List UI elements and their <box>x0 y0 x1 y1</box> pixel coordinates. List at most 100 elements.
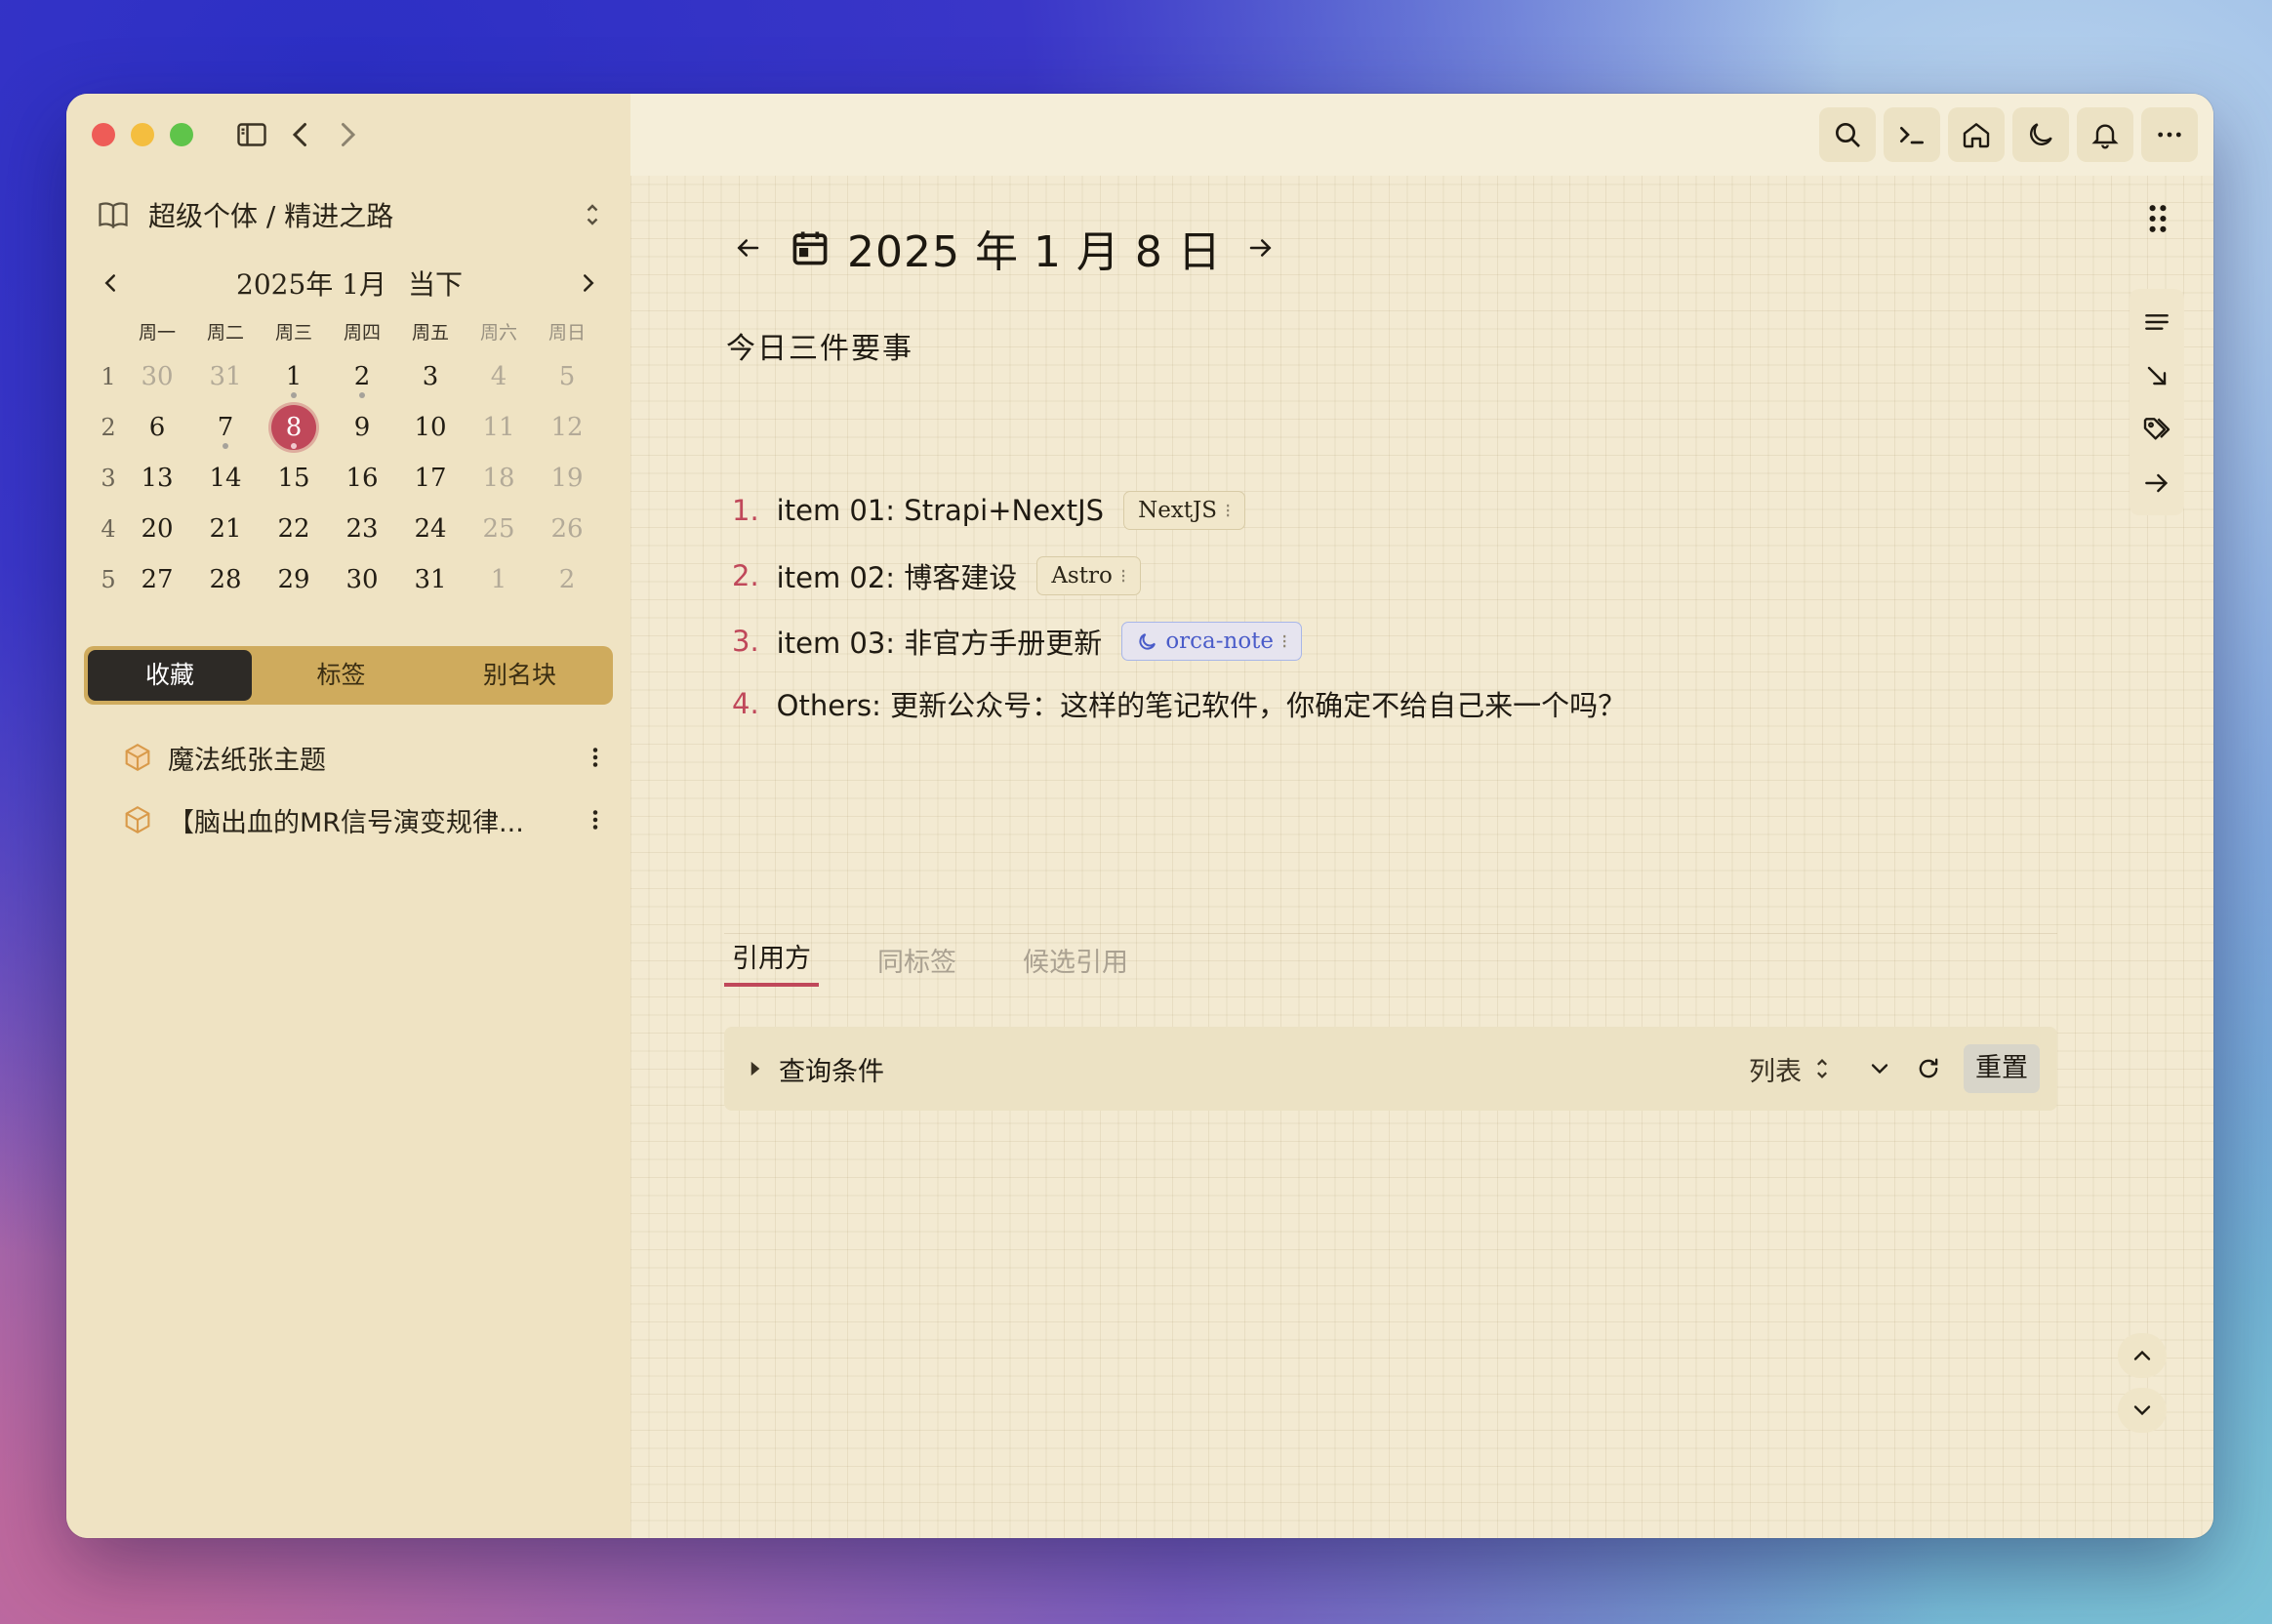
minimize-window-button[interactable] <box>131 123 154 146</box>
calendar-day[interactable]: 1 <box>260 351 328 402</box>
more-button[interactable] <box>2141 107 2198 162</box>
query-conditions[interactable]: 查询条件 <box>779 1050 1749 1088</box>
chevron-down-icon <box>2133 1405 2151 1416</box>
workspace-switcher[interactable]: 超级个体 / 精进之路 <box>96 191 603 238</box>
calendar-day[interactable]: 2 <box>533 554 601 605</box>
tab-favorites[interactable]: 收藏 <box>88 650 252 701</box>
calendar-day[interactable]: 31 <box>191 351 260 402</box>
tag-label: Astro <box>1051 563 1113 589</box>
search-button[interactable] <box>1819 107 1876 162</box>
tab-same-tags[interactable]: 同标签 <box>870 941 964 987</box>
forward-icon[interactable] <box>330 117 365 152</box>
calendar-day-selected[interactable]: 8 <box>260 402 328 453</box>
calendar-day[interactable]: 6 <box>123 402 191 453</box>
list-item[interactable]: 2. item 02: 博客建设 Astro ⁝ <box>732 551 1142 600</box>
more-vertical-icon[interactable] <box>586 743 605 772</box>
calendar-day[interactable]: 7 <box>191 402 260 453</box>
search-icon <box>1836 123 1860 147</box>
calendar-day[interactable]: 16 <box>328 453 396 504</box>
notifications-button[interactable] <box>2077 107 2133 162</box>
favorite-item[interactable]: 【脑出血的MR信号演变规律... <box>121 792 605 847</box>
calendar-day[interactable]: 18 <box>465 453 533 504</box>
calendar-week: 1 30 31 1 2 3 4 5 <box>94 351 630 402</box>
next-day-button[interactable] <box>1237 224 1284 271</box>
calendar-day[interactable]: 28 <box>191 554 260 605</box>
tab-tags[interactable]: 标签 <box>252 650 430 701</box>
calendar-day[interactable]: 30 <box>123 351 191 402</box>
calendar-day[interactable]: 25 <box>465 504 533 554</box>
refresh-icon[interactable] <box>1915 1055 1942 1082</box>
block-heading[interactable]: 今日三件要事 <box>726 324 913 367</box>
tab-candidate-refs[interactable]: 候选引用 <box>1015 941 1136 987</box>
prev-day-button[interactable] <box>724 224 771 271</box>
week-number: 2 <box>101 414 116 441</box>
sidebar-toggle-icon[interactable] <box>234 117 269 152</box>
calendar-day[interactable]: 22 <box>260 504 328 554</box>
calendar-week: 3 13 14 15 16 17 18 19 <box>94 453 630 504</box>
reference-tabs: 引用方 同标签 候选引用 <box>724 933 2057 987</box>
scroll-controls <box>2118 1333 2172 1433</box>
calendar-day[interactable]: 21 <box>191 504 260 554</box>
favorite-label: 【脑出血的MR信号演变规律... <box>168 807 524 838</box>
tab-aliases[interactable]: 别名块 <box>430 650 609 701</box>
calendar-day[interactable]: 24 <box>396 504 465 554</box>
caret-right-icon[interactable] <box>748 1059 763 1078</box>
calendar-day[interactable]: 1 <box>465 554 533 605</box>
reset-button[interactable]: 重置 <box>1964 1044 2040 1093</box>
calendar-day[interactable]: 31 <box>396 554 465 605</box>
maximize-window-button[interactable] <box>170 123 193 146</box>
toolbar <box>630 94 2213 176</box>
command-button[interactable] <box>1884 107 1940 162</box>
home-button[interactable] <box>1948 107 2005 162</box>
list-item[interactable]: 4. Others: 更新公众号：这样的笔记软件，你确定不给自己来一个吗？ <box>732 679 1626 728</box>
calendar-day[interactable]: 23 <box>328 504 396 554</box>
jump-button[interactable] <box>2130 456 2184 509</box>
calendar-day[interactable]: 12 <box>533 402 601 453</box>
calendar-day[interactable]: 3 <box>396 351 465 402</box>
more-vertical-icon[interactable] <box>586 805 605 834</box>
selected-day-label: 8 <box>271 405 316 450</box>
calendar-day[interactable]: 26 <box>533 504 601 554</box>
favorite-item[interactable]: 魔法纸张主题 <box>121 730 605 785</box>
next-month-icon[interactable] <box>574 268 603 298</box>
calendar-day[interactable]: 10 <box>396 402 465 453</box>
view-mode-select[interactable]: 列表 <box>1749 1050 1802 1088</box>
calendar-day[interactable]: 30 <box>328 554 396 605</box>
close-window-button[interactable] <box>92 123 115 146</box>
calendar-day[interactable]: 19 <box>533 453 601 504</box>
collapse-button[interactable] <box>2130 348 2184 402</box>
week-number: 1 <box>101 363 116 390</box>
calendar-day[interactable]: 4 <box>465 351 533 402</box>
calendar-day[interactable]: 17 <box>396 453 465 504</box>
list-item[interactable]: 1. item 01: Strapi+NextJS NextJS ⁝ <box>732 486 1246 535</box>
tag-chip[interactable]: Astro ⁝ <box>1036 556 1142 595</box>
scroll-down-button[interactable] <box>2118 1388 2167 1433</box>
tags-button[interactable] <box>2130 402 2184 456</box>
favorite-label: 魔法纸张主题 <box>168 745 326 776</box>
list-item[interactable]: 3. item 03: 非官方手册更新 orca-note ⁝ <box>732 617 1303 666</box>
calendar-day[interactable]: 11 <box>465 402 533 453</box>
calendar-day[interactable]: 2 <box>328 351 396 402</box>
weekday-label: 周日 <box>548 322 586 344</box>
calendar-day[interactable]: 15 <box>260 453 328 504</box>
calendar-day[interactable]: 29 <box>260 554 328 605</box>
list-text: Others: 更新公众号：这样的笔记软件，你确定不给自己来一个吗？ <box>776 689 1627 722</box>
calendar-day[interactable]: 5 <box>533 351 601 402</box>
theme-button[interactable] <box>2012 107 2069 162</box>
tag-chip[interactable]: orca-note ⁝ <box>1121 622 1303 661</box>
scroll-up-button[interactable] <box>2118 1333 2167 1378</box>
list-text: item 02: 博客建设 <box>776 561 1018 594</box>
calendar-day[interactable]: 9 <box>328 402 396 453</box>
back-icon[interactable] <box>283 117 318 152</box>
calendar-day[interactable]: 13 <box>123 453 191 504</box>
prev-month-icon[interactable] <box>96 268 125 298</box>
tab-backlinks[interactable]: 引用方 <box>724 937 819 987</box>
calendar-day[interactable]: 14 <box>191 453 260 504</box>
tag-chip[interactable]: NextJS ⁝ <box>1123 491 1246 530</box>
calendar-day[interactable]: 27 <box>123 554 191 605</box>
calendar-day[interactable]: 20 <box>123 504 191 554</box>
chevron-down-icon[interactable] <box>1866 1055 1893 1082</box>
outline-button[interactable] <box>2130 295 2184 348</box>
drag-handle-icon[interactable] <box>2145 201 2171 236</box>
today-button[interactable]: 当下 <box>408 268 463 301</box>
